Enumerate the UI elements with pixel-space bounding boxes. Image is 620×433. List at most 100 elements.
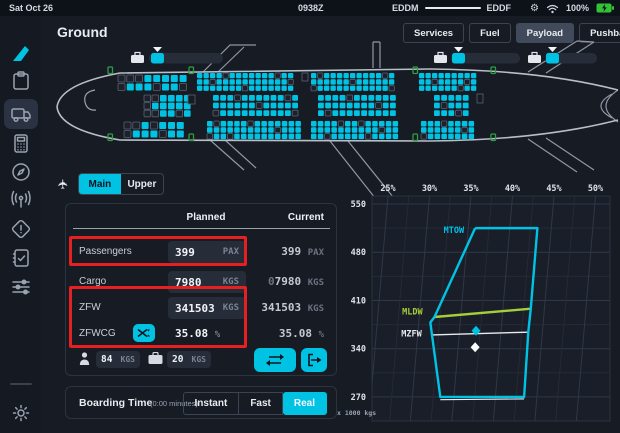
seat[interactable] [426, 73, 431, 78]
seat[interactable] [376, 79, 381, 84]
seat[interactable] [197, 73, 202, 78]
seat[interactable] [243, 73, 248, 78]
seat[interactable] [419, 73, 424, 78]
seat[interactable] [465, 86, 470, 91]
seat[interactable] [249, 73, 254, 78]
seat[interactable] [469, 134, 475, 140]
seat[interactable] [325, 95, 331, 101]
seat[interactable] [390, 95, 396, 101]
seat[interactable] [456, 110, 462, 116]
seat[interactable] [448, 121, 454, 127]
seat[interactable] [236, 86, 241, 91]
seat[interactable] [207, 134, 213, 140]
seat[interactable] [376, 86, 381, 91]
seat[interactable] [177, 122, 184, 129]
seat[interactable] [311, 134, 317, 140]
seat[interactable] [368, 103, 374, 109]
seat[interactable] [386, 127, 392, 133]
seat[interactable] [421, 121, 427, 127]
seat[interactable] [268, 121, 274, 127]
seat[interactable] [285, 110, 291, 116]
seat[interactable] [249, 86, 254, 91]
seat[interactable] [289, 127, 295, 133]
seat[interactable] [242, 110, 248, 116]
seat[interactable] [243, 79, 248, 84]
sidebar-item-settings-sliders[interactable] [4, 272, 38, 302]
seat[interactable] [160, 95, 167, 102]
seat[interactable] [344, 86, 349, 91]
seat[interactable] [324, 79, 329, 84]
seat[interactable] [261, 134, 267, 140]
seat[interactable] [278, 95, 284, 101]
seat[interactable] [221, 134, 227, 140]
seat[interactable] [340, 103, 346, 109]
seat[interactable] [347, 110, 353, 116]
seat[interactable] [152, 103, 159, 110]
seat[interactable] [458, 86, 463, 91]
seat[interactable] [204, 79, 209, 84]
seat[interactable] [311, 79, 316, 84]
cargo-slider-handle[interactable] [151, 53, 164, 64]
seat[interactable] [383, 73, 388, 78]
seat[interactable] [471, 86, 476, 91]
seat[interactable] [275, 134, 281, 140]
seat[interactable] [441, 134, 447, 140]
seat[interactable] [331, 79, 336, 84]
seat[interactable] [217, 73, 222, 78]
seat[interactable] [350, 79, 355, 84]
seat[interactable] [441, 121, 447, 127]
seat[interactable] [368, 110, 374, 116]
seat[interactable] [337, 79, 342, 84]
seat[interactable] [311, 73, 316, 78]
seat[interactable] [389, 79, 394, 84]
seat[interactable] [241, 127, 247, 133]
seat[interactable] [150, 122, 157, 129]
sidebar-item-checklists[interactable] [4, 243, 38, 273]
seat[interactable] [249, 95, 255, 101]
seat[interactable] [269, 73, 274, 78]
seat[interactable] [318, 127, 324, 133]
seat[interactable] [432, 73, 437, 78]
seat[interactable] [434, 95, 440, 101]
seat[interactable] [230, 73, 235, 78]
seat[interactable] [255, 121, 261, 127]
seat[interactable] [171, 75, 178, 82]
seat[interactable] [168, 95, 175, 102]
seat[interactable] [227, 103, 233, 109]
seat[interactable] [376, 95, 382, 101]
seat[interactable] [354, 110, 360, 116]
seat[interactable] [325, 103, 331, 109]
seat[interactable] [318, 79, 323, 84]
seat[interactable] [263, 103, 269, 109]
seat[interactable] [393, 127, 399, 133]
seat[interactable] [426, 79, 431, 84]
seat[interactable] [448, 134, 454, 140]
seat[interactable] [144, 75, 151, 82]
tab-deck-upper[interactable]: Upper [121, 174, 163, 194]
seat[interactable] [352, 134, 358, 140]
seat[interactable] [180, 75, 187, 82]
seat[interactable] [345, 134, 351, 140]
seat[interactable] [207, 121, 213, 127]
seat[interactable] [223, 86, 228, 91]
seat[interactable] [234, 121, 240, 127]
seat[interactable] [383, 110, 389, 116]
seat[interactable] [452, 79, 457, 84]
seat[interactable] [234, 127, 240, 133]
seat[interactable] [383, 79, 388, 84]
seat[interactable] [168, 122, 175, 129]
seat[interactable] [248, 127, 254, 133]
seat[interactable] [204, 73, 209, 78]
seat[interactable] [221, 121, 227, 127]
seat[interactable] [359, 134, 365, 140]
seat[interactable] [223, 73, 228, 78]
boarding-start-button[interactable] [301, 348, 327, 372]
seat[interactable] [363, 73, 368, 78]
fwd-cargo-slider[interactable] [131, 47, 223, 64]
seat[interactable] [363, 86, 368, 91]
seat[interactable] [428, 121, 434, 127]
seat[interactable] [288, 73, 293, 78]
seat[interactable] [311, 121, 317, 127]
seat[interactable] [331, 127, 337, 133]
seat[interactable] [324, 73, 329, 78]
